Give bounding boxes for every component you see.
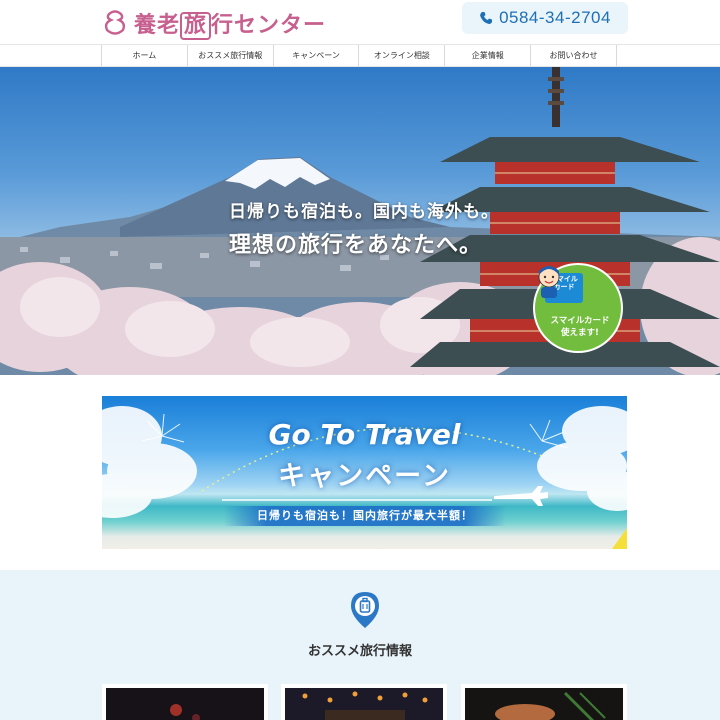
nav-item-online-consultation[interactable]: オンライン相談 <box>358 45 444 66</box>
nav-item-recommended-tours[interactable]: おススメ旅行情報 <box>186 45 273 66</box>
mascot-icon <box>538 266 560 298</box>
nav-item-home[interactable]: ホーム <box>101 45 187 66</box>
nav-item-campaign[interactable]: キャンペーン <box>272 45 359 66</box>
logo-mark-icon <box>104 10 126 35</box>
phone-contact[interactable]: 0584-34-2704 <box>462 2 628 34</box>
hero-headline-1: 日帰りも宿泊も。国内も海外も。 <box>229 202 499 222</box>
nav-item-company-info[interactable]: 企業情報 <box>444 45 530 66</box>
site-header: 養老旅行センター 0584-34-2704 <box>0 0 720 44</box>
nav-item-contact[interactable]: お問い合わせ <box>530 45 617 66</box>
banner-title: Go To Travel <box>268 418 461 451</box>
tour-card-image <box>106 688 264 720</box>
hero-image: 日帰りも宿泊も。国内も海外も。 理想の旅行をあなたへ。 スマイル カード スマイル… <box>0 67 720 375</box>
global-nav: ホーム おススメ旅行情報 キャンペーン オンライン相談 企業情報 お問い合わせ <box>0 44 720 67</box>
banner-tagline: 日帰りも宿泊も！国内旅行が最大半額！ <box>224 506 506 526</box>
tour-card[interactable] <box>461 684 627 720</box>
smile-caption-1: スマイルカード <box>550 316 610 326</box>
smile-caption-2: 使えます! <box>561 328 599 338</box>
phone-icon <box>480 12 493 24</box>
site-logo[interactable]: 養老旅行センター <box>102 8 327 40</box>
go-to-travel-banner[interactable]: Go To Travel キャンペーン 日帰りも宿泊も！国内旅行が最大半額！ <box>102 396 627 549</box>
smile-card-badge[interactable]: スマイル カード スマイルカード 使えます! <box>533 263 623 353</box>
recommended-section: おススメ旅行情報 <box>0 570 720 720</box>
phone-number[interactable]: 0584-34-2704 <box>499 8 611 28</box>
tour-card[interactable] <box>281 684 447 720</box>
luggage-pin-icon <box>351 592 379 628</box>
banner-subtitle: キャンペーン <box>278 461 451 492</box>
section-title: おススメ旅行情報 <box>307 644 412 659</box>
logo-text: 養老旅行センター <box>134 11 327 40</box>
tour-card-image <box>285 688 443 720</box>
tour-card[interactable] <box>102 684 268 720</box>
hero-headline-2: 理想の旅行をあなたへ。 <box>229 233 483 258</box>
tour-card-image <box>465 688 623 720</box>
